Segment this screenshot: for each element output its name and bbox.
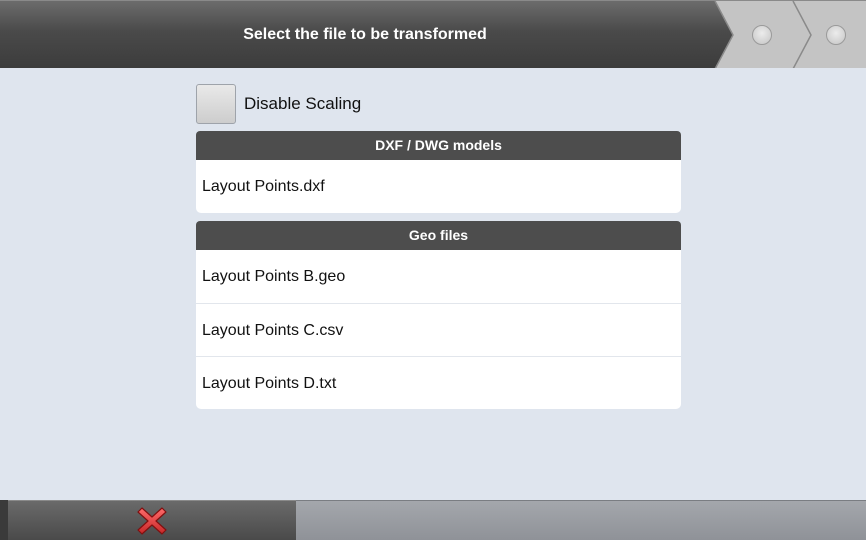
dxf-file-list: Layout Points.dxf [196,160,681,213]
step-indicator-icon [826,25,846,45]
bottom-bar-edge [0,500,8,540]
disable-scaling-option[interactable]: Disable Scaling [196,84,361,124]
disable-scaling-checkbox[interactable] [196,84,236,124]
file-item[interactable]: Layout Points D.txt [196,356,681,409]
close-icon [137,507,167,535]
geo-file-list: Layout Points B.geo Layout Points C.csv … [196,250,681,409]
dxf-section: DXF / DWG models Layout Points.dxf [196,131,681,213]
disable-scaling-label: Disable Scaling [244,94,362,113]
file-item[interactable]: Layout Points C.csv [196,303,681,356]
step-indicator-icon [752,25,772,45]
title-bar: Select the file to be transformed [0,0,866,69]
geo-section-header: Geo files [196,221,681,250]
file-item[interactable]: Layout Points.dxf [196,160,681,213]
dxf-section-header: DXF / DWG models [196,131,681,160]
geo-section: Geo files Layout Points B.geo Layout Poi… [196,221,681,409]
file-item[interactable]: Layout Points B.geo [196,250,681,303]
step-indicator [714,1,866,69]
cancel-button[interactable] [8,500,296,540]
